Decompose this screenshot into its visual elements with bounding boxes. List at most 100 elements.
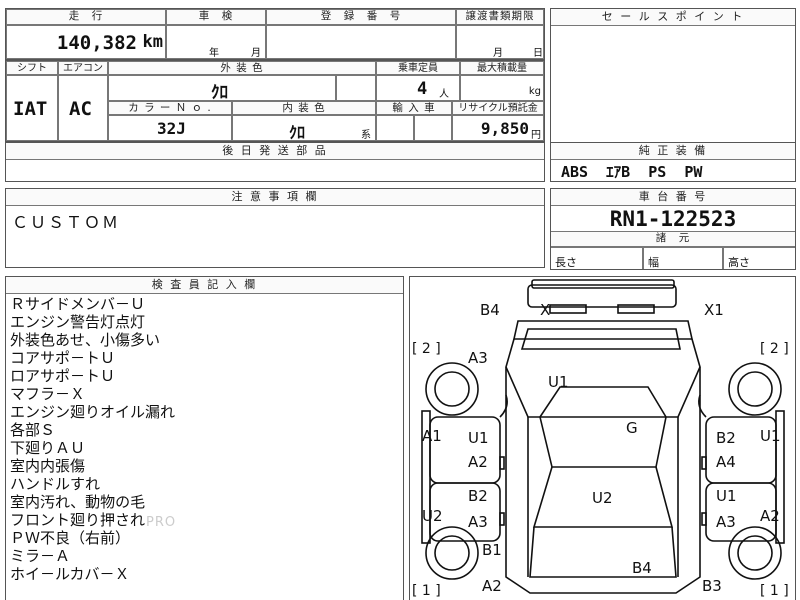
wheel-rear-right	[728, 526, 782, 580]
mark-u1-left-door: U1	[468, 429, 489, 447]
car-diagram-box: B4 X X1 [ 2 ] [ 2 ] A3 U1 G A1 U1 A2 B2 …	[409, 276, 796, 600]
top-info-table: 走 行 車 検 登 録 番 号 譲渡書類期限 140,382 km 年 月 月 …	[5, 8, 545, 60]
wheel-rear-left	[425, 526, 479, 580]
shift-cell: IAT	[6, 75, 58, 141]
mark-b2-left-rear: B2	[468, 487, 488, 505]
recycle-unit: 円	[531, 130, 541, 141]
mark-a2-bottom: A2	[482, 577, 502, 595]
aircon-value: AC	[69, 98, 92, 120]
wheel-front-left-inner	[434, 371, 470, 407]
note-line: 室内内張傷	[10, 457, 86, 475]
bracket-left-top: [ 2 ]	[412, 341, 441, 357]
transfer-cell: 月 日	[456, 25, 544, 59]
note-line: エンジン廻りオイル漏れ	[10, 403, 176, 421]
color-no-cell: 32J	[108, 115, 232, 141]
deferred-parts-box: 後 日 発 送 部 品	[5, 142, 545, 182]
mark-a2-right: A2	[760, 507, 780, 525]
dims-header: 諸 元	[551, 231, 795, 247]
wheel-front-left	[425, 362, 479, 416]
mark-x-top: X	[540, 301, 551, 319]
exterior-color-cell: ｸﾛ	[108, 75, 336, 103]
mark-a3-left-rear: A3	[468, 513, 488, 531]
inspection-year-unit: 年	[209, 48, 219, 59]
shift-header: シフト	[6, 61, 58, 75]
inspector-header: 検 査 員 記 入 欄	[6, 277, 403, 294]
chassis-number: RN1-122523	[609, 207, 737, 231]
mileage-value: 140,382	[56, 32, 137, 54]
note-line: Ｒサイドメンバ－Ｕ	[10, 295, 146, 313]
watermark: PRO	[146, 515, 177, 530]
bracket-right-bottom: [ 1 ]	[760, 583, 789, 599]
front-roof-line	[539, 386, 667, 418]
mark-a1-left: A1	[422, 427, 442, 445]
mark-b4-rear: B4	[632, 559, 652, 577]
body-outline	[505, 367, 701, 594]
exterior-color-sub-cell	[336, 75, 376, 101]
note-line: ロアサポ－トＵ	[10, 367, 116, 385]
capacity-cell: 4 人	[376, 75, 460, 101]
mileage-header: 走 行	[6, 9, 166, 25]
height-cell: 高さ	[723, 247, 795, 269]
note-line: ハンドルすれ	[10, 475, 101, 493]
deferred-parts-header: 後 日 発 送 部 品	[6, 143, 544, 160]
width-label: 幅	[648, 256, 659, 269]
registration-header: 登 録 番 号	[266, 9, 456, 25]
inspector-notes: Ｒサイドメンバ－Ｕ エンジン警告灯点灯 外装色あせ、小傷多い コアサポ－トＵ ロ…	[10, 295, 175, 583]
import-cell-b	[414, 115, 452, 141]
chassis-header: 車 台 番 号	[551, 189, 795, 206]
spec-table: シフト エアコン 外 装 色 乗車定員 最大積載量 IAT AC ｸﾛ 4 人 …	[5, 60, 545, 142]
front-body	[505, 338, 701, 418]
handle-right-rear	[701, 512, 707, 526]
mark-a4-right-door: A4	[716, 453, 736, 471]
mark-b1-left: B1	[482, 541, 502, 559]
interior-color-cell: ｸﾛ 系	[232, 115, 376, 142]
inspection-header: 車 検	[166, 9, 266, 25]
recycle-cell: 9,850 円	[452, 115, 544, 141]
equipment-value: ABS ｴｱB PS PW	[561, 163, 703, 181]
bracket-left-bottom: [ 1 ]	[412, 583, 441, 599]
width-cell: 幅	[643, 247, 723, 269]
length-label: 長さ	[555, 256, 577, 269]
handle-left-rear	[499, 512, 505, 526]
max-load-header: 最大積載量	[460, 61, 544, 75]
equipment-box: 純 正 装 備 ABS ｴｱB PS PW	[550, 142, 796, 182]
transfer-day-unit: 日	[533, 48, 543, 59]
import-header: 輸 入 車	[376, 101, 452, 115]
inspection-cell: 年 月	[166, 25, 266, 59]
interior-color-header: 内 装 色	[232, 101, 376, 115]
mark-g-roof: G	[626, 419, 638, 437]
mark-u2-left: U2	[422, 507, 443, 525]
mark-a3-hood: A3	[468, 349, 488, 367]
note-line: 室内汚れ、動物の毛	[10, 493, 146, 511]
max-load-unit: kg	[528, 86, 541, 97]
front-grille	[531, 279, 675, 289]
aircon-header: エアコン	[58, 61, 108, 75]
sales-point-header: セ ー ル ス ポ イ ン ト	[551, 9, 795, 26]
bracket-right-top: [ 2 ]	[760, 341, 789, 357]
max-load-cell: kg	[460, 75, 544, 101]
registration-cell	[266, 25, 456, 59]
capacity-header: 乗車定員	[376, 61, 460, 75]
roof	[539, 416, 667, 468]
inspection-month-unit: 月	[251, 48, 261, 59]
height-label: 高さ	[728, 256, 750, 269]
capacity-unit: 人	[439, 89, 449, 100]
note-line: 外装色あせ、小傷多い	[10, 331, 161, 349]
mark-x1-top: X1	[704, 301, 724, 319]
sales-point-box: セ ー ル ス ポ イ ン ト	[550, 8, 796, 143]
caution-box: 注 意 事 項 欄 ＣＵＳＴＯＭ	[5, 188, 545, 268]
transfer-deadline-header: 譲渡書類期限	[456, 9, 544, 25]
shift-value: IAT	[13, 98, 48, 120]
caution-text: ＣＵＳＴＯＭ	[12, 213, 121, 232]
capacity-value: 4	[417, 79, 428, 99]
handle-right-front	[701, 456, 707, 470]
length-cell: 長さ	[551, 247, 643, 269]
exterior-color-value: ｸﾛ	[211, 83, 228, 103]
caution-header: 注 意 事 項 欄	[6, 189, 544, 206]
equipment-header: 純 正 装 備	[551, 143, 795, 160]
note-line: ホイ－ルカバ－Ｘ	[10, 565, 130, 583]
note-line: コアサポ－トＵ	[10, 349, 116, 367]
mark-b2-right-door: B2	[716, 429, 736, 447]
interior-color-value: ｸﾛ	[289, 123, 306, 142]
color-no-header: カ ラ ー Ｎ ｏ .	[108, 101, 232, 115]
